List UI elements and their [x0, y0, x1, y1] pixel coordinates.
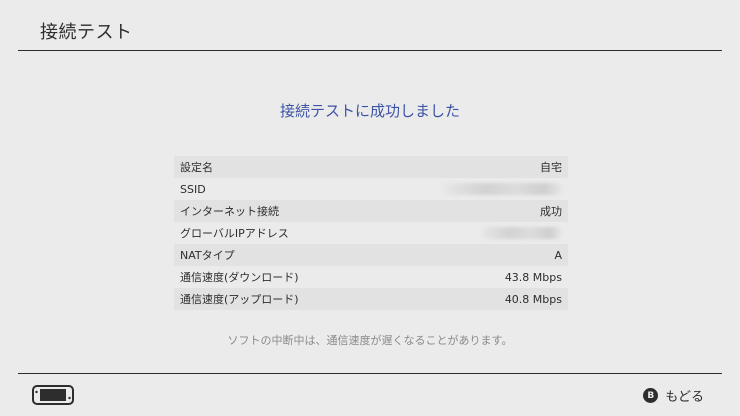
connection-results-table: 設定名 自宅 SSID インターネット接続 成功 グローバルIPアドレス NAT…	[174, 156, 568, 310]
row-label-upload-speed: 通信速度(アップロード)	[180, 293, 299, 306]
row-label-download-speed: 通信速度(ダウンロード)	[180, 271, 299, 284]
page-title: 接続テスト	[40, 22, 133, 43]
row-value-setting-name: 自宅	[540, 161, 562, 174]
footer-divider	[18, 373, 722, 374]
row-label-ssid: SSID	[180, 182, 206, 196]
table-row: 通信速度(ダウンロード) 43.8 Mbps	[174, 266, 568, 288]
header-divider	[18, 50, 722, 51]
row-value-nat-type: A	[554, 248, 562, 262]
header: 接続テスト	[0, 0, 740, 50]
table-row: インターネット接続 成功	[174, 200, 568, 222]
row-label-global-ip: グローバルIPアドレス	[180, 227, 289, 240]
table-row: グローバルIPアドレス	[174, 222, 568, 244]
table-row: 設定名 自宅	[174, 156, 568, 178]
table-row: SSID	[174, 178, 568, 200]
row-value-download-speed: 43.8 Mbps	[504, 270, 562, 284]
ssid-redacted-value	[444, 183, 562, 195]
speed-note: ソフトの中断中は、通信速度が遅くなることがあります。	[227, 334, 513, 347]
back-label: もどる	[665, 390, 704, 405]
success-message: 接続テストに成功しました	[279, 102, 460, 120]
b-button-icon: B	[643, 388, 659, 403]
table-row: 通信速度(アップロード) 40.8 Mbps	[174, 288, 568, 310]
switch-console-icon	[32, 385, 74, 405]
row-value-upload-speed: 40.8 Mbps	[504, 292, 562, 306]
row-label-internet: インターネット接続	[180, 205, 279, 218]
row-value-internet: 成功	[540, 205, 562, 218]
row-label-setting-name: 設定名	[180, 161, 213, 174]
global-ip-redacted-value	[482, 227, 562, 239]
row-label-nat-type: NATタイプ	[180, 249, 235, 262]
back-button[interactable]: B もどる	[643, 386, 704, 405]
table-row: NATタイプ A	[174, 244, 568, 266]
